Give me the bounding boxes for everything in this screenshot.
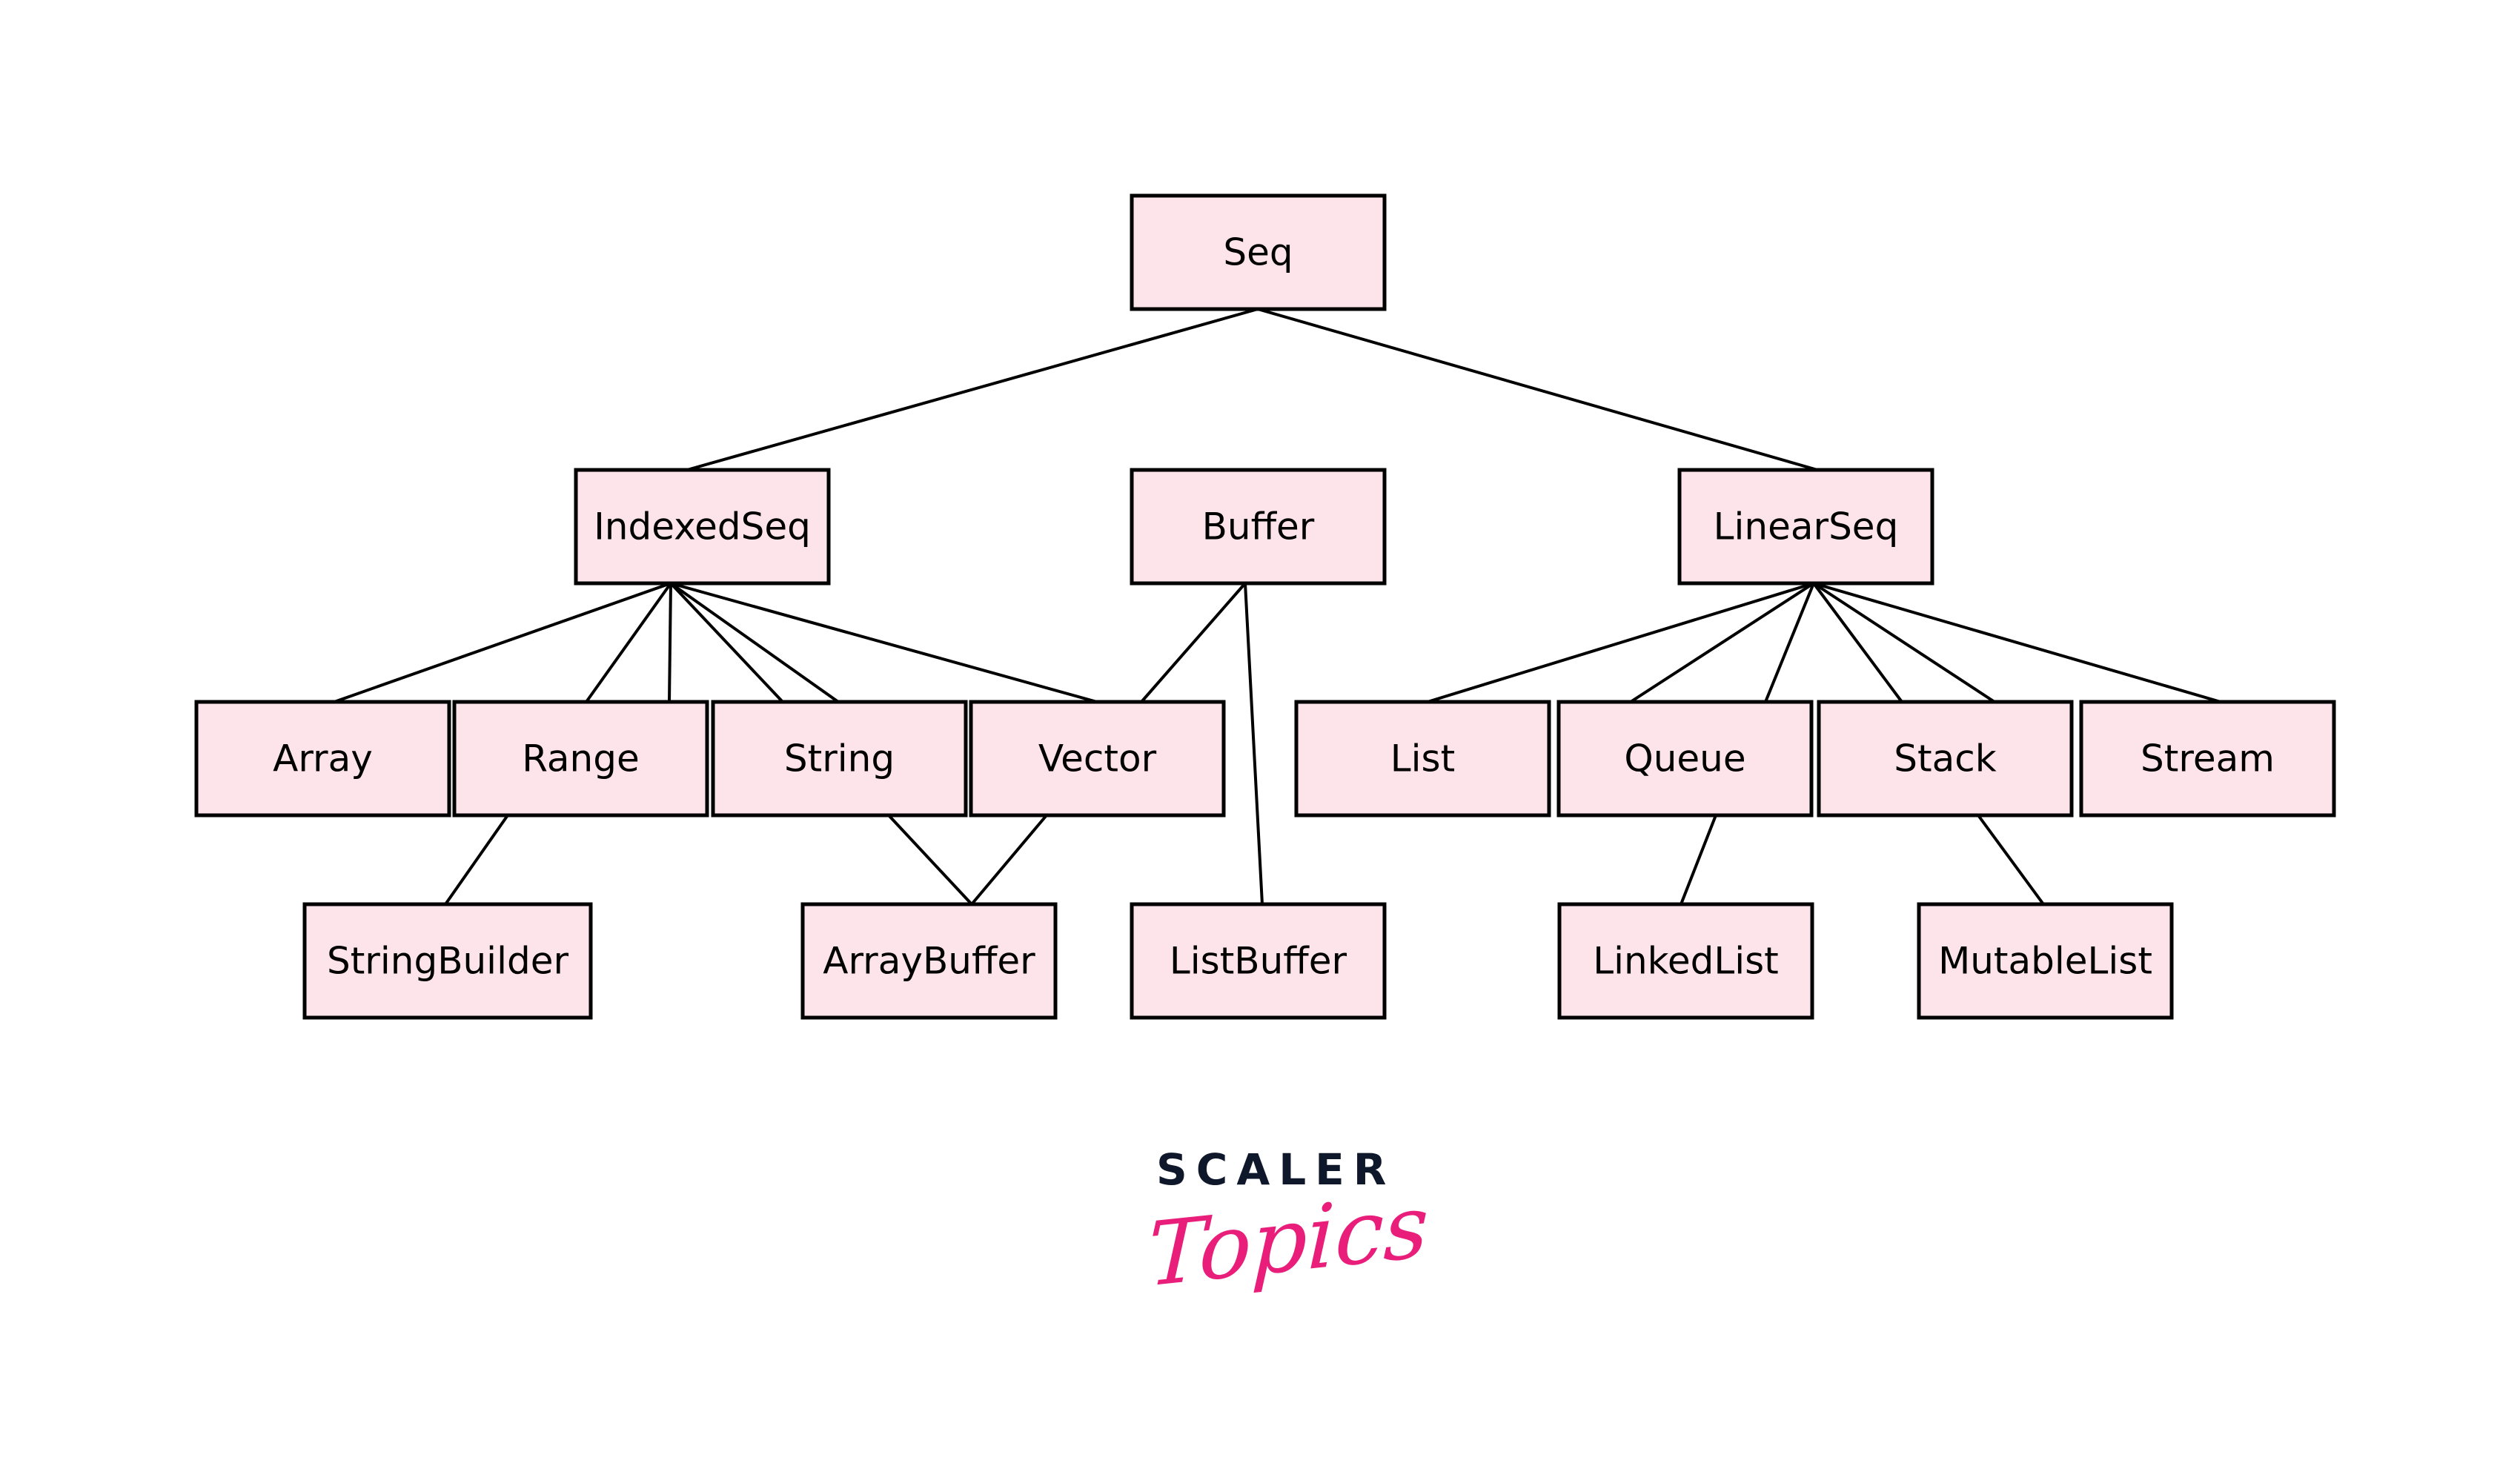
edge-linearseq-to-stream xyxy=(1812,582,2222,703)
node-stringbuilder: StringBuilder xyxy=(302,902,593,1020)
node-label: Stack xyxy=(1894,737,1996,780)
edge-indexedseq-to-range xyxy=(585,582,672,703)
node-seq: Seq xyxy=(1130,193,1387,311)
edge-indexedseq-to-array xyxy=(333,582,672,703)
node-label: LinearSeq xyxy=(1714,505,1899,548)
node-range: Range xyxy=(452,700,709,818)
edge-string-to-arraybuffer xyxy=(887,814,973,906)
node-linkedlist: LinkedList xyxy=(1557,902,1814,1020)
node-label: MutableList xyxy=(1938,940,2152,983)
node-string: String xyxy=(711,700,968,818)
edge-queue-to-linkedlist xyxy=(1680,814,1717,906)
node-vector: Vector xyxy=(969,700,1226,818)
edge-indexedseq-to-string xyxy=(669,582,840,703)
node-indexedseq: IndexedSeq xyxy=(574,468,831,586)
edge-linearseq-to-list xyxy=(1426,582,1815,703)
edge-stack-to-mutablelist xyxy=(1977,814,2045,906)
node-label: Stream xyxy=(2141,737,2275,780)
node-linearseq: LinearSeq xyxy=(1677,468,1934,586)
node-label: IndexedSeq xyxy=(594,505,811,548)
edge-linearseq-to-queue xyxy=(1629,582,1815,703)
node-label: ArrayBuffer xyxy=(823,940,1035,983)
edge-linearseq-to-stack xyxy=(1812,582,1903,703)
node-mutablelist: MutableList xyxy=(1917,902,2174,1020)
node-label: Range xyxy=(522,737,639,780)
node-label: StringBuilder xyxy=(327,940,568,983)
edge-buffer-to-vector xyxy=(1140,582,1247,703)
nodes-layer: Seq IndexedSeq Buffer LinearSeq Array Range St… xyxy=(194,193,2336,1020)
edge-indexedseq-to-vector xyxy=(669,582,1098,703)
node-array: Array xyxy=(194,700,451,818)
edge-vector-to-arraybuffer xyxy=(970,814,1048,906)
edge-buffer-to-listbuffer xyxy=(1244,582,1264,906)
node-stream: Stream xyxy=(2079,700,2336,818)
node-buffer: Buffer xyxy=(1130,468,1387,586)
node-label: ListBuffer xyxy=(1170,940,1347,983)
node-arraybuffer: ArrayBuffer xyxy=(800,902,1058,1020)
node-label: Vector xyxy=(1038,737,1157,780)
node-list: List xyxy=(1294,700,1551,818)
node-queue: Queue xyxy=(1556,700,1814,818)
node-label: List xyxy=(1390,737,1455,780)
edge-linearseq-to-queue xyxy=(1764,582,1815,703)
edge-indexedseq-to-range xyxy=(668,582,672,703)
edge-linearseq-to-stack xyxy=(1812,582,1996,703)
edge-range-to-stringbuilder xyxy=(444,814,509,906)
edge-seq-to-linearseq xyxy=(1256,308,1819,471)
scaler-topics-logo: SCALER Topics xyxy=(1146,1145,1430,1307)
node-listbuffer: ListBuffer xyxy=(1130,902,1387,1020)
node-label: Seq xyxy=(1223,231,1293,274)
edge-seq-to-indexedseq xyxy=(686,308,1259,471)
node-label: Array xyxy=(273,737,373,780)
node-label: LinkedList xyxy=(1593,940,1779,983)
edge-indexedseq-to-string xyxy=(669,582,784,703)
node-stack: Stack xyxy=(1817,700,2074,818)
node-label: Queue xyxy=(1624,737,1745,780)
logo-sub: Topics xyxy=(1146,1173,1430,1307)
node-label: String xyxy=(784,737,895,780)
node-label: Buffer xyxy=(1202,505,1315,548)
